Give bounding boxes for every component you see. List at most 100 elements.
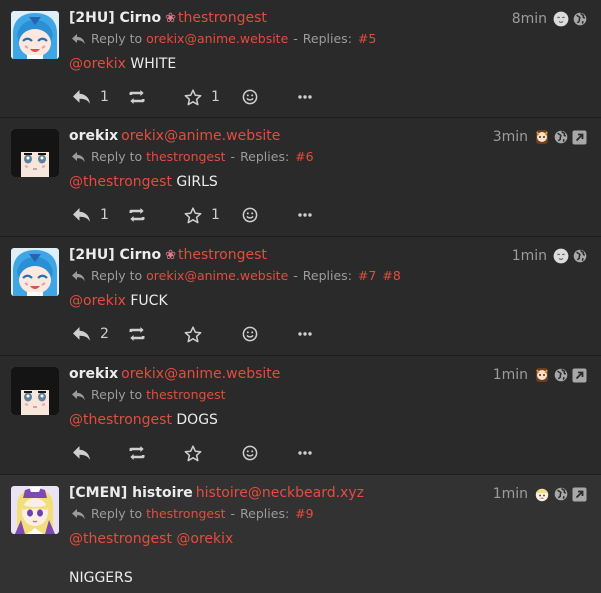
- reply-icon: [73, 208, 90, 222]
- user-mini-avatar: [551, 248, 569, 264]
- star-icon: [184, 206, 202, 223]
- globe-icon: [573, 249, 587, 263]
- post-text: FUCK: [130, 293, 168, 309]
- timestamp[interactable]: 1min: [493, 486, 528, 502]
- globe-icon: [554, 130, 568, 144]
- repeat-button[interactable]: [128, 324, 146, 344]
- display-name[interactable]: orekix: [69, 128, 118, 144]
- avatar[interactable]: [11, 129, 59, 177]
- reply-info: Reply to thestrongest-: [71, 387, 226, 403]
- post-content: @orekix FUCK: [69, 291, 168, 311]
- more-button[interactable]: [298, 443, 312, 463]
- mini-avatar-icon: [553, 11, 569, 27]
- repeat-button[interactable]: [128, 205, 146, 225]
- flower-emoji: ❀: [165, 11, 176, 26]
- reply-to-link[interactable]: thestrongest: [146, 149, 225, 164]
- status-post: [2HU] Cirno ❀ thestrongest 1min Reply to o…: [0, 237, 601, 356]
- reply-to-link[interactable]: orekix@anime.website: [146, 268, 288, 283]
- display-name[interactable]: [CMEN] histoire: [69, 485, 193, 501]
- mention-link[interactable]: @orekix: [69, 56, 126, 72]
- react-button[interactable]: [242, 324, 258, 344]
- repeat-icon: [129, 446, 145, 460]
- reply-link[interactable]: #8: [382, 268, 400, 283]
- mention-link[interactable]: @thestrongest: [69, 174, 172, 190]
- reply-to-label: Reply to: [91, 31, 143, 46]
- replies-label: Replies:: [240, 506, 290, 521]
- timestamp[interactable]: 8min: [512, 11, 547, 27]
- timestamp[interactable]: 1min: [493, 367, 528, 383]
- reply-button[interactable]: [72, 443, 100, 463]
- display-name[interactable]: orekix: [69, 366, 118, 382]
- reply-count: 1: [100, 207, 109, 223]
- star-icon: [184, 88, 202, 105]
- reply-to-link[interactable]: thestrongest: [146, 506, 225, 521]
- display-name[interactable]: [2HU] Cirno: [69, 247, 161, 263]
- reply-link[interactable]: #9: [295, 506, 313, 521]
- timestamp[interactable]: 3min: [493, 129, 528, 145]
- reply-link[interactable]: #6: [295, 149, 313, 164]
- reply-to-link[interactable]: thestrongest: [146, 387, 225, 402]
- reply-link[interactable]: #5: [358, 31, 376, 46]
- user-mini-avatar: [551, 11, 569, 27]
- external-link-icon[interactable]: [572, 130, 587, 145]
- smiley-icon: [242, 89, 258, 105]
- repeat-button[interactable]: [128, 87, 146, 107]
- react-button[interactable]: [242, 205, 258, 225]
- mention-link[interactable]: @thestrongest @orekix: [69, 531, 233, 547]
- avatar[interactable]: [11, 11, 59, 59]
- reply-arrow-icon: [72, 509, 85, 520]
- post-content: @orekix WHITE: [69, 54, 176, 74]
- smiley-icon: [242, 326, 258, 342]
- post-meta: 1min: [493, 484, 587, 504]
- smiley-icon: [242, 207, 258, 223]
- more-button[interactable]: [298, 87, 312, 107]
- post-text: WHITE: [130, 56, 177, 72]
- reply-button[interactable]: 1: [72, 205, 109, 225]
- account-link[interactable]: orekix@anime.website: [121, 128, 280, 144]
- mini-avatar-icon: [536, 368, 548, 382]
- mention-link[interactable]: @thestrongest: [69, 412, 172, 428]
- account-link[interactable]: thestrongest: [178, 247, 267, 263]
- ellipsis-icon: [298, 213, 312, 217]
- account-link[interactable]: thestrongest: [178, 10, 267, 26]
- reply-button[interactable]: 1: [72, 87, 109, 107]
- mention-link[interactable]: @orekix: [69, 293, 126, 309]
- reply-to-label: Reply to: [91, 387, 143, 402]
- external-link-icon[interactable]: [572, 487, 587, 502]
- user-mini-avatar: [532, 486, 550, 502]
- mini-avatar-icon: [536, 130, 548, 144]
- avatar[interactable]: [11, 248, 59, 296]
- reply-count: 1: [100, 89, 109, 105]
- separator: -: [230, 149, 236, 164]
- react-button[interactable]: [242, 87, 258, 107]
- favorite-button[interactable]: [184, 324, 211, 344]
- post-text-extra: NIGGERS: [69, 570, 133, 586]
- external-link-icon[interactable]: [572, 368, 587, 383]
- timestamp[interactable]: 1min: [512, 248, 547, 264]
- status-post: [CMEN] histoire histoire@neckbeard.xyz 1m…: [0, 475, 601, 593]
- reply-icon: [73, 90, 90, 104]
- flower-emoji: ❀: [165, 248, 176, 263]
- account-link[interactable]: histoire@neckbeard.xyz: [196, 485, 364, 501]
- post-heading: orekix orekix@anime.website: [69, 127, 491, 145]
- favorite-button[interactable]: 1: [184, 87, 220, 107]
- post-text: GIRLS: [176, 174, 218, 190]
- reply-to-link[interactable]: orekix@anime.website: [146, 31, 288, 46]
- reply-info: Reply to orekix@anime.website - Replies: #7…: [71, 268, 401, 284]
- react-button[interactable]: [242, 443, 258, 463]
- more-button[interactable]: [298, 205, 312, 225]
- reply-link[interactable]: #7: [358, 268, 376, 283]
- reply-arrow-icon: [72, 34, 85, 45]
- favorite-button[interactable]: [184, 443, 211, 463]
- display-name[interactable]: [2HU] Cirno: [69, 10, 161, 26]
- reply-to-label: Reply to: [91, 506, 143, 521]
- reply-arrow-icon: [72, 271, 85, 282]
- more-button[interactable]: [298, 324, 312, 344]
- reply-info: Reply to thestrongest - Replies: #9: [71, 506, 314, 522]
- reply-button[interactable]: 2: [72, 324, 109, 344]
- avatar[interactable]: [11, 486, 59, 534]
- repeat-button[interactable]: [128, 443, 146, 463]
- account-link[interactable]: orekix@anime.website: [121, 366, 280, 382]
- favorite-button[interactable]: 1: [184, 205, 220, 225]
- avatar[interactable]: [11, 367, 59, 415]
